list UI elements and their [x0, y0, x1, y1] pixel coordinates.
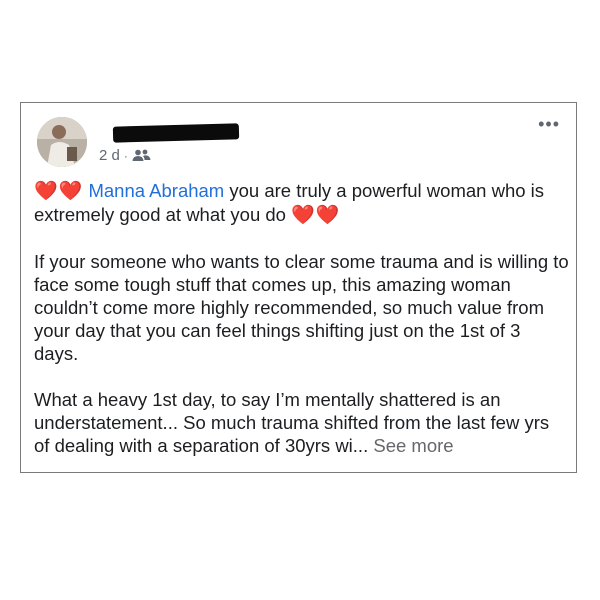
post-timestamp[interactable]: 2 d: [99, 147, 120, 164]
post-paragraph-1: ❤️❤️ Manna Abraham you are truly a power…: [34, 179, 569, 227]
see-more-link[interactable]: See more: [373, 435, 453, 456]
meta-separator: ·: [123, 148, 128, 163]
author-name-redacted[interactable]: [112, 123, 240, 143]
author-avatar[interactable]: [37, 117, 87, 167]
post-body: ❤️❤️ Manna Abraham you are truly a power…: [34, 179, 569, 472]
hearts-emoji-end: ❤️❤️: [291, 205, 341, 226]
divider: [34, 472, 567, 473]
friends-icon[interactable]: [132, 149, 151, 162]
mention-link[interactable]: Manna Abraham: [88, 180, 224, 201]
more-options-button[interactable]: •••: [538, 115, 560, 133]
post-paragraph-2: If your someone who wants to clear some …: [34, 251, 569, 364]
post-card: 2 d · ••• ❤️❤️ Manna Abraham you are tru…: [20, 102, 577, 473]
post-meta: 2 d ·: [99, 147, 151, 164]
hearts-emoji: ❤️❤️: [34, 181, 84, 202]
post-paragraph-3-text: What a heavy 1st day, to say I’m mentall…: [34, 389, 550, 456]
post-paragraph-3: What a heavy 1st day, to say I’m mentall…: [34, 388, 569, 457]
